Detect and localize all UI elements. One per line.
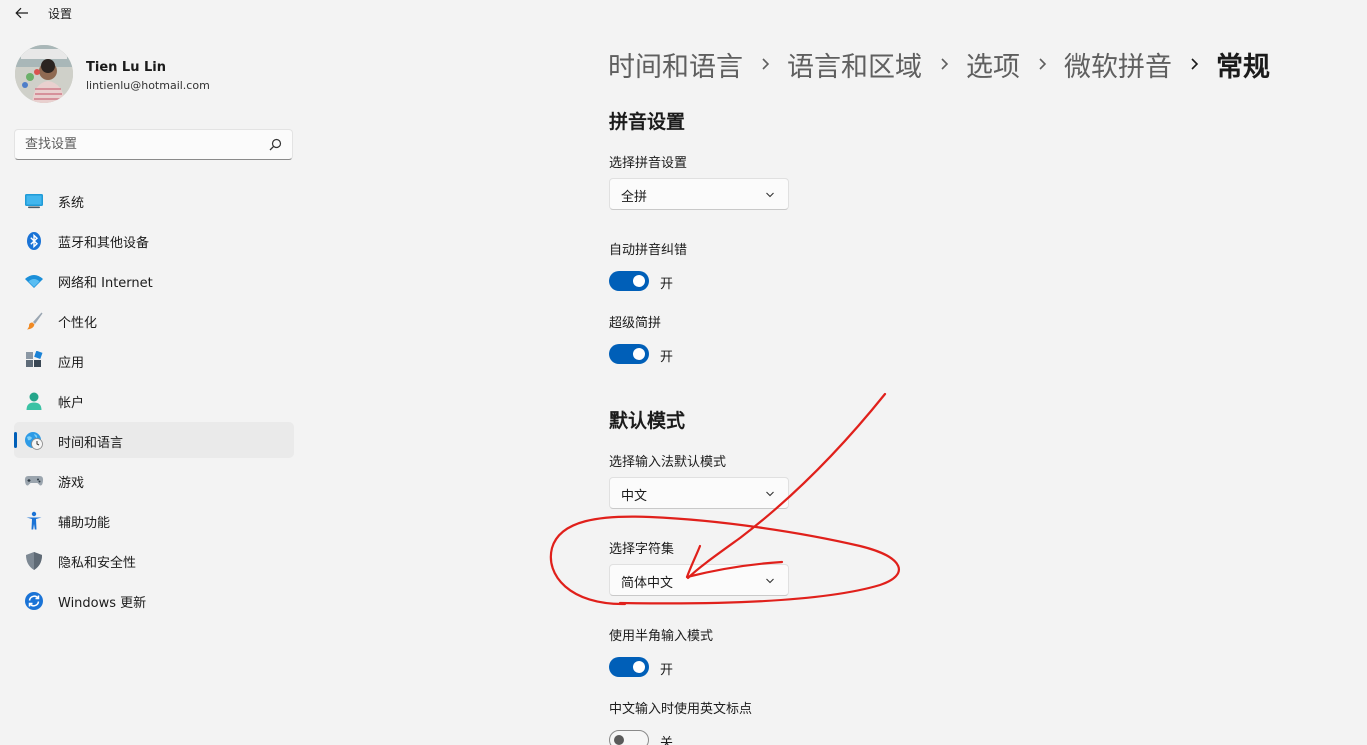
- dropdown-value: 中文: [621, 489, 648, 504]
- chevron-down-icon: [766, 578, 774, 584]
- sidebar-item-label: 隐私和安全性: [58, 556, 137, 571]
- super-abbrev-label: 超级简拼: [609, 316, 662, 331]
- sidebar-item-bluetooth[interactable]: 蓝牙和其他设备: [14, 222, 294, 258]
- sidebar-item-accessibility[interactable]: 辅助功能: [14, 502, 294, 538]
- sidebar-item-apps[interactable]: 应用: [14, 342, 294, 378]
- back-arrow-icon: [15, 7, 28, 19]
- breadcrumb-item-language-region[interactable]: 语言和区域: [787, 45, 922, 84]
- sidebar-item-accounts[interactable]: 帐户: [14, 382, 294, 418]
- sidebar-item-label: 辅助功能: [58, 516, 111, 531]
- page-title: 常规: [1216, 51, 1270, 83]
- breadcrumb-item-options[interactable]: 选项: [966, 45, 1020, 84]
- half-width-label: 使用半角输入模式: [609, 629, 714, 644]
- apps-icon: [24, 351, 44, 371]
- charset-label: 选择字符集: [609, 542, 675, 557]
- dropdown-value: 全拼: [621, 190, 648, 205]
- user-name: Tien Lu Lin: [86, 60, 166, 75]
- sidebar-item-label: 应用: [58, 356, 85, 371]
- breadcrumb-item-time-language[interactable]: 时间和语言: [608, 45, 743, 84]
- pinyin-setting-label: 选择拼音设置: [609, 156, 688, 171]
- charset-dropdown[interactable]: 简体中文: [609, 564, 789, 596]
- ime-mode-dropdown[interactable]: 中文: [609, 477, 789, 509]
- sidebar-item-gaming[interactable]: 游戏: [14, 462, 294, 498]
- pinyin-setting-dropdown[interactable]: 全拼: [609, 178, 789, 210]
- sidebar-item-label: Windows 更新: [58, 596, 147, 611]
- user-email: lintienlu@hotmail.com: [86, 79, 210, 92]
- update-icon: [24, 591, 44, 611]
- sidebar-item-label: 游戏: [58, 476, 85, 491]
- sidebar-item-label: 帐户: [58, 396, 85, 411]
- sidebar-item-label: 蓝牙和其他设备: [58, 236, 150, 251]
- half-width-toggle[interactable]: [609, 657, 649, 677]
- app-title: 设置: [48, 7, 73, 21]
- shield-icon: [24, 551, 44, 571]
- english-punct-toggle[interactable]: [609, 730, 649, 745]
- english-punct-label: 中文输入时使用英文标点: [609, 702, 753, 717]
- chevron-down-icon: [766, 491, 774, 497]
- search-icon[interactable]: [269, 138, 282, 151]
- section-title-default-mode: 默认模式: [609, 410, 686, 432]
- sidebar-item-windows-update[interactable]: Windows 更新: [14, 582, 294, 618]
- avatar[interactable]: [15, 45, 73, 103]
- back-button[interactable]: [10, 2, 34, 24]
- sidebar-item-label: 系统: [58, 196, 85, 211]
- sidebar-item-label: 个性化: [58, 316, 98, 331]
- title-bar: 设置: [0, 0, 1367, 26]
- sidebar-nav: 系统 蓝牙和其他设备 网络和 Internet 个性化 应用 帐户 时间和语言 …: [14, 182, 294, 622]
- chevron-right-icon: [922, 57, 966, 71]
- paintbrush-icon: [24, 311, 44, 331]
- sidebar-item-time-language[interactable]: 时间和语言: [14, 422, 294, 458]
- sidebar-item-system[interactable]: 系统: [14, 182, 294, 218]
- ime-mode-label: 选择输入法默认模式: [609, 455, 727, 470]
- sidebar-item-label: 时间和语言: [58, 436, 124, 451]
- super-abbrev-toggle[interactable]: [609, 344, 649, 364]
- search-box[interactable]: [14, 129, 293, 160]
- section-title-pinyin: 拼音设置: [609, 111, 686, 133]
- sidebar-item-network[interactable]: 网络和 Internet: [14, 262, 294, 298]
- globe-clock-icon: [24, 431, 44, 451]
- wifi-icon: [24, 271, 44, 291]
- half-width-state: 开: [660, 663, 674, 678]
- chevron-down-icon: [766, 192, 774, 198]
- auto-correct-state: 开: [660, 277, 674, 292]
- accessibility-icon: [24, 511, 44, 531]
- search-input[interactable]: [15, 130, 261, 159]
- english-punct-state: 关: [660, 736, 674, 745]
- dropdown-value: 简体中文: [621, 576, 674, 591]
- monitor-icon: [24, 191, 44, 211]
- breadcrumb-item-microsoft-pinyin[interactable]: 微软拼音: [1064, 45, 1172, 84]
- chevron-right-icon: [743, 57, 787, 71]
- chevron-right-icon: [1020, 57, 1064, 71]
- sidebar-item-privacy[interactable]: 隐私和安全性: [14, 542, 294, 578]
- breadcrumb: 时间和语言 语言和区域 选项 微软拼音 常规: [608, 44, 1270, 84]
- bluetooth-icon: [24, 231, 44, 251]
- chevron-right-icon: [1172, 57, 1216, 71]
- auto-correct-label: 自动拼音纠错: [609, 243, 688, 258]
- sidebar-item-label: 网络和 Internet: [58, 276, 153, 291]
- sidebar-item-personalization[interactable]: 个性化: [14, 302, 294, 338]
- super-abbrev-state: 开: [660, 350, 674, 365]
- person-icon: [24, 391, 44, 411]
- auto-correct-toggle[interactable]: [609, 271, 649, 291]
- gamepad-icon: [24, 471, 44, 491]
